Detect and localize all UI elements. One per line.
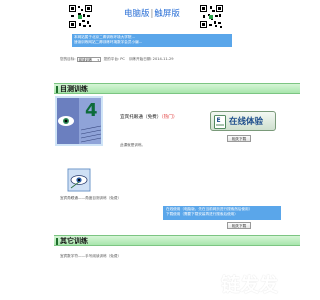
- course-angle-training-link[interactable]: 宜宾角眼通——角度目测训练（免费）: [60, 196, 121, 201]
- settings-row: 您的目标: 阅读训练 ▾ 您的平台: PC 训练开始日期: 2014-11-29: [60, 56, 174, 62]
- course-title[interactable]: 宜宾托眼通（免费）（热门）: [120, 114, 177, 120]
- version-switch: 电脑版|触屏版: [124, 7, 180, 19]
- course-handwriting-link[interactable]: 宜宾数字符——手写阅读训练（免费）: [60, 254, 121, 259]
- platform-value: PC: [120, 57, 125, 61]
- watermark-logo-icon: [198, 270, 218, 290]
- eye-chart-illustration[interactable]: 4: [55, 96, 103, 146]
- course-subtitle: 此课就是训练。: [120, 143, 146, 147]
- related-download-button[interactable]: 相关下载: [227, 135, 251, 142]
- intro-line-2: 速读训练网站二卿训练环境数字会员小编...: [74, 39, 143, 44]
- section-title: 目测训练: [60, 85, 88, 93]
- related-download-button-2[interactable]: 相关下载: [227, 222, 251, 229]
- section-title-2: 其它训练: [60, 237, 88, 245]
- section-header-visual-training: 目测训练: [54, 83, 300, 94]
- angle-training-illustration[interactable]: [67, 168, 91, 192]
- online-experience-button[interactable]: E 在线体验: [210, 111, 276, 131]
- section-header-other-training: 其它训练: [54, 235, 300, 246]
- training-label: 您的目标:: [60, 56, 76, 61]
- date-value: 2014-11-29: [152, 57, 174, 61]
- usage-notice: 在线使用（电脑版，先在当前网页进行搜索然后使用） 下载使用（需要下载安装再进行搜…: [163, 206, 281, 220]
- intro-box: 本网站属于北京二卿训练环境大学院... 速读训练网站二卿训练环境数字会员小编..…: [72, 34, 232, 47]
- qr-code-icon: [68, 4, 93, 29]
- hot-badge: （热门）: [161, 115, 178, 120]
- svg-text:4: 4: [85, 100, 98, 121]
- qr-code-icon: [199, 4, 224, 29]
- desktop-version-link[interactable]: 电脑版: [124, 9, 150, 19]
- touch-version-link[interactable]: 触屏版: [154, 9, 180, 19]
- version-separator: |: [150, 9, 154, 19]
- chevron-down-icon: ▾: [97, 57, 99, 62]
- notice-line-2: 下载使用（需要下载安装再进行搜索后使用）: [166, 212, 238, 216]
- section-marker: [56, 86, 58, 93]
- section-marker: [56, 238, 58, 245]
- platform-label: 您的平台:: [103, 56, 120, 61]
- qr-code-right: [199, 4, 224, 29]
- qr-code-left: [68, 4, 93, 29]
- experience-label: 在线体验: [229, 117, 264, 127]
- eye-chart-icon: E: [214, 115, 226, 129]
- date-label: 训练开始日期:: [128, 56, 152, 61]
- svg-text:E: E: [217, 117, 221, 124]
- course-name: 宜宾托眼通（免费）: [120, 115, 162, 120]
- training-select-value: 阅读训练: [78, 57, 93, 62]
- training-select[interactable]: 阅读训练 ▾: [76, 56, 101, 62]
- watermark-text: 链发发: [221, 274, 279, 296]
